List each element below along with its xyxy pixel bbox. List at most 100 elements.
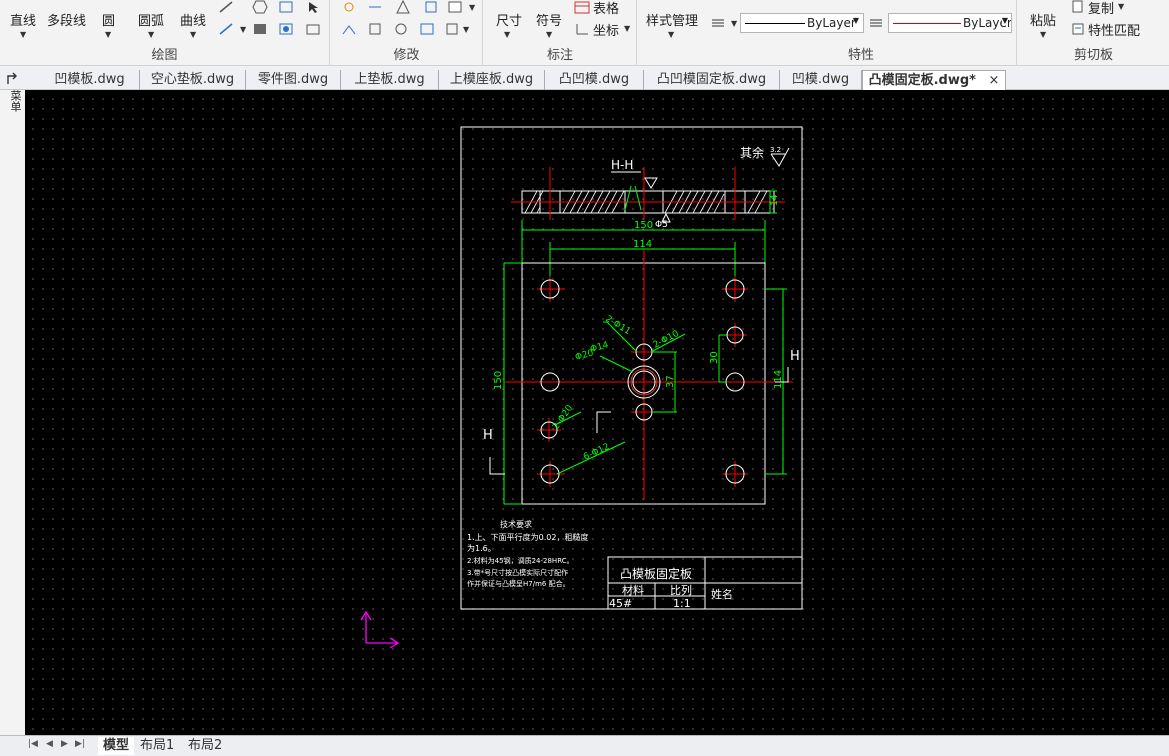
drawing-canvas[interactable]: 其余 3.2 H-H 14 Φ5 150 114 150 114 30 37 2…: [25, 90, 1169, 735]
draw-extra-dropdown[interactable]: ▼: [240, 25, 246, 34]
line-dropdown[interactable]: ▼: [20, 30, 26, 39]
dim-37: 37: [665, 375, 676, 388]
roughness-value: 3.2: [770, 146, 781, 154]
table-icon[interactable]: [574, 0, 590, 14]
dim-2-phi11: 2-Φ11: [603, 314, 632, 337]
dim-30: 30: [709, 351, 720, 364]
hatch-icon[interactable]: [278, 0, 294, 14]
match-properties-icon[interactable]: [1070, 22, 1086, 36]
curve-tool[interactable]: 曲线: [180, 10, 206, 29]
circle-tool[interactable]: 圆: [102, 10, 115, 29]
mirror-icon[interactable]: [395, 0, 411, 14]
arc-tool[interactable]: 圆弧: [138, 10, 164, 29]
curve-dropdown[interactable]: ▼: [190, 30, 196, 39]
tab-shang-mozuoban[interactable]: 上模座板.dwg: [439, 70, 545, 90]
tab-layout2[interactable]: 布局2: [188, 737, 222, 755]
pencil-icon[interactable]: [218, 0, 234, 14]
arc-dropdown[interactable]: ▼: [148, 30, 154, 39]
circle-dropdown[interactable]: ▼: [105, 30, 111, 39]
modify-panel-title: 修改: [393, 48, 420, 63]
titleblock-material-label: 材料: [622, 583, 644, 597]
menu-arrow-icon: [7, 72, 17, 84]
document-tab-bar: 凹模板.dwg 空心垫板.dwg 零件图.dwg 上垫板.dwg 上模座板.dw…: [0, 67, 1169, 90]
tab-layout1[interactable]: 布局1: [140, 737, 174, 755]
tab-shang-dianban[interactable]: 上垫板.dwg: [341, 70, 439, 90]
symbol-dropdown[interactable]: ▼: [546, 30, 552, 39]
side-menu-button[interactable]: 菜单: [4, 70, 22, 118]
tab-kongxin-dianban[interactable]: 空心垫板.dwg: [140, 70, 246, 90]
layout-tab-bar: |◀ ◀ ▶ ▶| 模型 布局1 布局2: [0, 735, 1169, 756]
dimension-dropdown[interactable]: ▼: [504, 30, 510, 39]
annotate-panel: 尺寸 ▼ 符号 ▼ 表格 坐标 ▼ 标注: [484, 0, 637, 66]
rotate-icon[interactable]: [393, 22, 409, 36]
pointer-icon[interactable]: [305, 0, 321, 14]
symbol-tool[interactable]: 符号: [536, 10, 562, 29]
lineweight-dropdown[interactable]: ▼: [731, 19, 737, 28]
tech-title: 技术要求: [500, 519, 532, 529]
titleblock-scale: 1:1: [673, 597, 691, 610]
dim-2-phi20: 2-Φ20: [551, 403, 575, 431]
tab-label: 凸凹模.dwg: [558, 72, 630, 87]
paste-tool[interactable]: 粘贴: [1030, 10, 1056, 29]
dimension-tool[interactable]: 尺寸: [496, 10, 522, 29]
move-icon[interactable]: [341, 0, 357, 14]
explode-icon[interactable]: [445, 22, 461, 36]
first-layout-icon[interactable]: |◀: [28, 739, 38, 749]
region-icon[interactable]: [252, 22, 268, 36]
paste-dropdown[interactable]: ▼: [1040, 30, 1046, 39]
copy-icon[interactable]: [1070, 0, 1086, 14]
erase-icon[interactable]: [447, 0, 463, 14]
tab-label: 零件图.dwg: [257, 72, 329, 87]
tab-label: 凸模固定板.dwg*: [868, 73, 976, 88]
section-centerlines: [511, 167, 785, 220]
titleblock-name: 凸模板固定板: [620, 566, 692, 581]
copy-dropdown[interactable]: ▼: [1118, 2, 1124, 11]
trim-icon[interactable]: [367, 0, 383, 14]
coordinate-dropdown[interactable]: ▼: [624, 24, 630, 33]
block-icon[interactable]: [305, 22, 321, 36]
hexagon-icon[interactable]: [252, 0, 268, 14]
tab-tuaomo[interactable]: 凸凹模.dwg: [545, 70, 644, 90]
section-mark-left: H: [483, 428, 493, 443]
modify-panel: ▼ ▼ 修改: [331, 0, 483, 66]
dim-width-114: 114: [633, 239, 652, 250]
match-properties-tool[interactable]: 特性匹配: [1088, 20, 1140, 39]
color-caret: ▼: [1001, 16, 1008, 25]
stretch-icon[interactable]: [341, 22, 357, 36]
side-menu-label: 菜单: [9, 90, 22, 112]
last-layout-icon[interactable]: ▶|: [75, 739, 85, 749]
coordinate-tool[interactable]: 坐标: [593, 20, 619, 39]
tab-aomo[interactable]: 凹模.dwg: [780, 70, 862, 90]
gradient-icon[interactable]: [278, 22, 294, 36]
close-tab-icon[interactable]: ×: [988, 73, 999, 88]
tab-label: 空心垫板.dwg: [150, 72, 235, 87]
tab-lingjiantu[interactable]: 零件图.dwg: [246, 70, 341, 90]
scale-icon[interactable]: [367, 22, 383, 36]
next-layout-icon[interactable]: ▶: [61, 739, 68, 749]
style-manager-tool[interactable]: 样式管理: [646, 10, 698, 29]
tab-tuaomo-gudingban[interactable]: 凸凹模固定板.dwg: [644, 70, 780, 90]
linetype-select[interactable]: ByLayer ▼: [740, 13, 864, 33]
prev-layout-icon[interactable]: ◀: [46, 739, 53, 749]
array-icon[interactable]: [419, 22, 435, 36]
color-select[interactable]: ByLayer ▼: [888, 13, 1012, 33]
ucs-icon: [360, 610, 400, 649]
table-tool[interactable]: 表格: [593, 0, 619, 17]
polyline-tool[interactable]: 多段线: [47, 10, 86, 29]
offset-icon[interactable]: [423, 0, 439, 14]
modify-dropdown-1[interactable]: ▼: [469, 3, 475, 12]
clipboard-panel: 粘贴 ▼ 复制 ▼ 特性匹配 剪切板: [1018, 0, 1169, 66]
clipboard-panel-title: 剪切板: [1073, 48, 1113, 63]
dim-height-150: 150: [493, 371, 504, 390]
copy-tool[interactable]: 复制: [1088, 0, 1114, 17]
coordinate-icon[interactable]: [574, 22, 590, 36]
tab-aomoban[interactable]: 凹模板.dwg: [40, 70, 140, 90]
line-tool[interactable]: 直线: [10, 10, 36, 29]
modify-dropdown-2[interactable]: ▼: [463, 25, 469, 34]
linetype-scale-icon[interactable]: [868, 16, 884, 30]
style-manager-dropdown[interactable]: ▼: [668, 30, 674, 39]
tab-model[interactable]: 模型: [98, 737, 134, 755]
lineweight-icon[interactable]: [710, 16, 726, 30]
diagonal-line-icon[interactable]: [218, 22, 234, 36]
tab-tumo-gudingban[interactable]: 凸模固定板.dwg* ×: [862, 70, 1006, 90]
